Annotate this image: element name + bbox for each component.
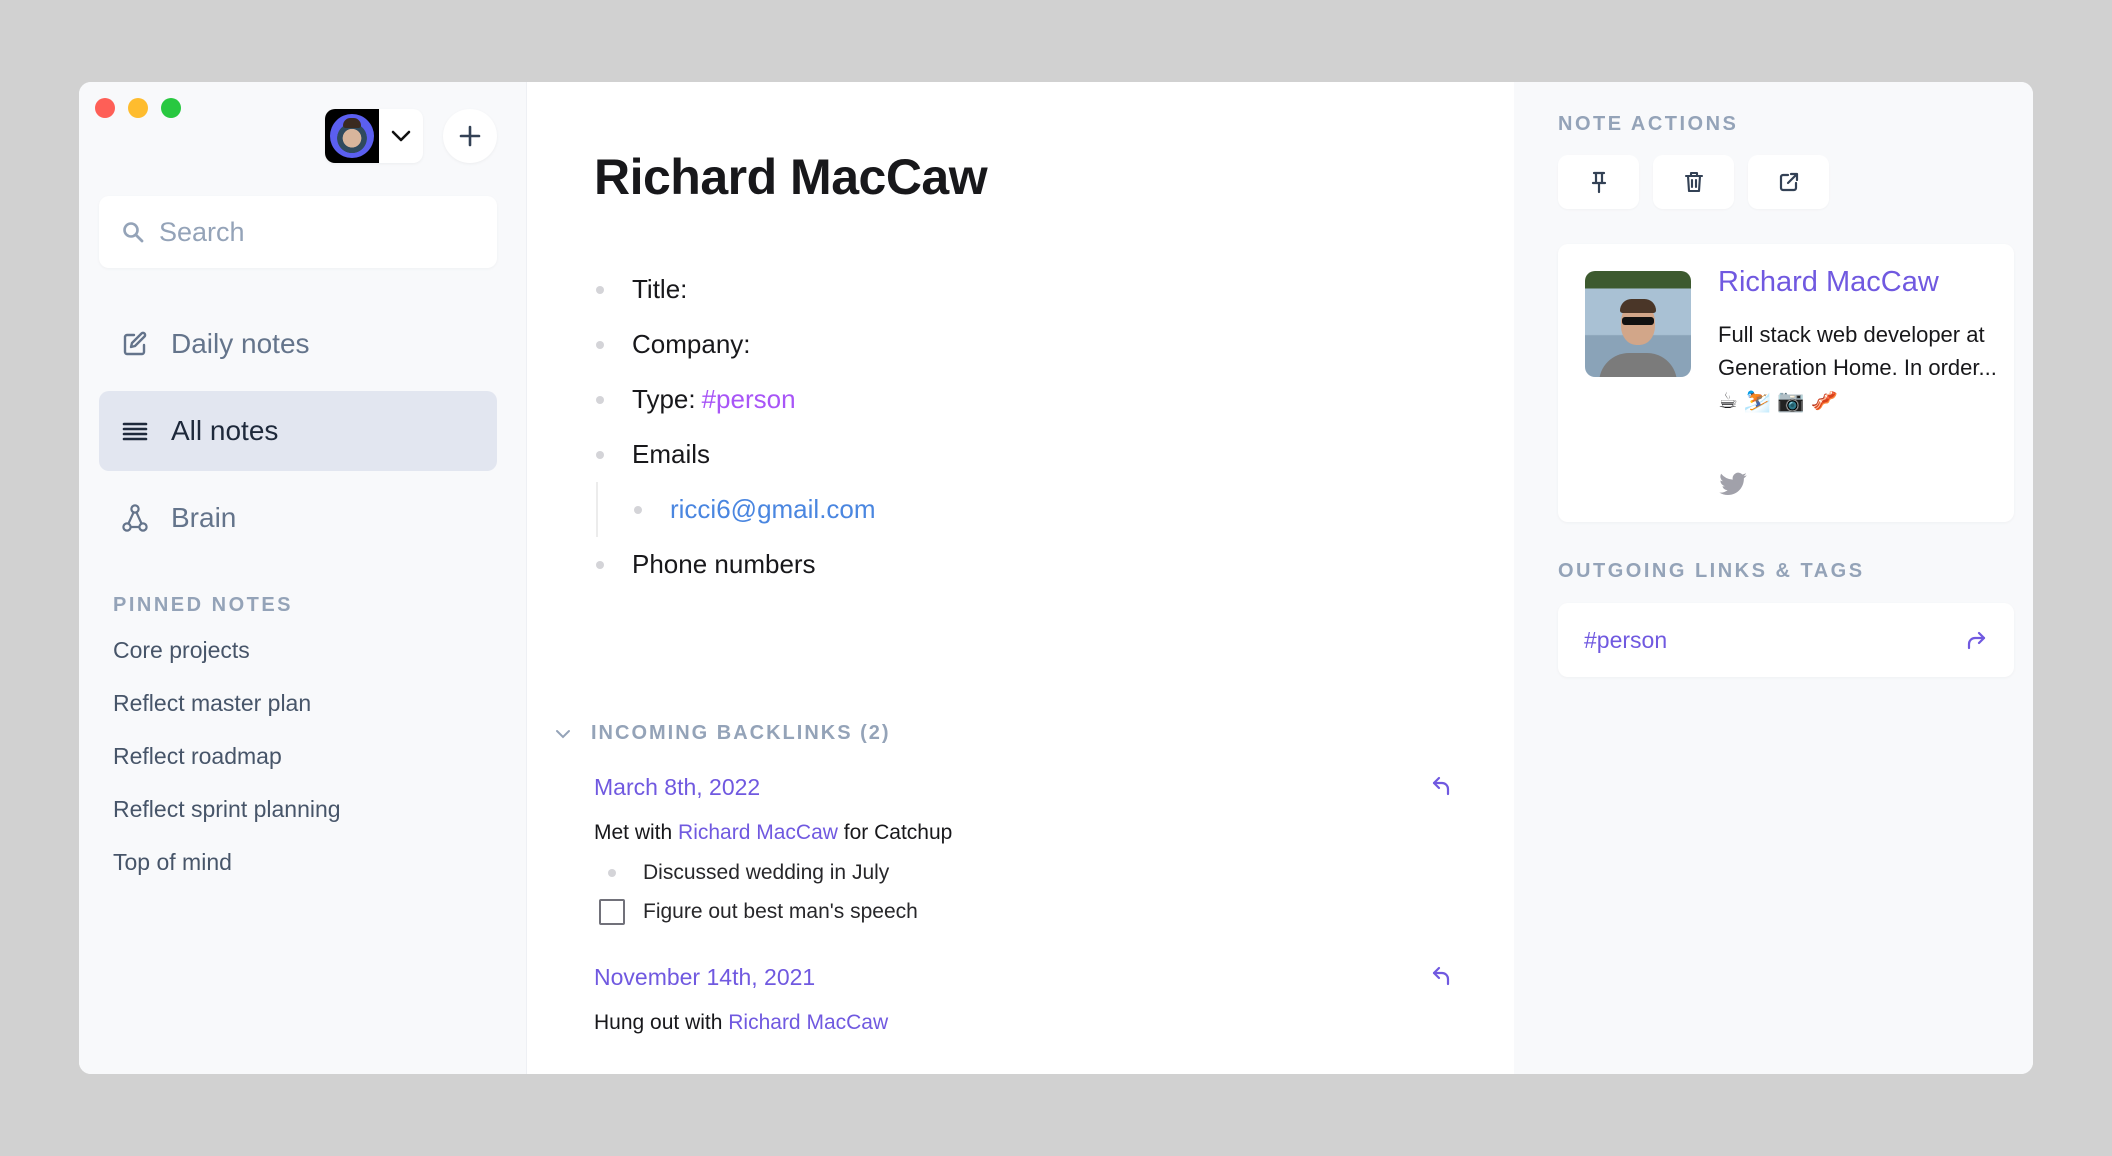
backlink-mention-link[interactable]: Richard MacCaw (678, 821, 838, 844)
profile-photo (1585, 271, 1691, 377)
backlink-item: March 8th, 2022 Met with Richard MacCaw … (594, 774, 1454, 925)
backlinks-toggle[interactable]: INCOMING BACKLINKS (2) (555, 722, 891, 745)
sidebar-nav: Daily notes All notes Brain (99, 304, 497, 565)
sidebar-item-label: Daily notes (171, 328, 310, 359)
task-text: Figure out best man's speech (643, 900, 918, 923)
list-icon (122, 422, 148, 441)
note-properties: Title: Company: Type: #person Emails ric… (594, 262, 876, 592)
bullet-icon (596, 340, 604, 349)
plus-icon (459, 125, 481, 147)
sidebar-item-daily-notes[interactable]: Daily notes (99, 304, 497, 384)
profile-card: Richard MacCaw Full stack web developer … (1558, 244, 2014, 522)
search-box[interactable] (99, 196, 497, 268)
delete-button[interactable] (1653, 155, 1734, 209)
pinned-note-item[interactable]: Top of mind (113, 846, 341, 899)
email-entry[interactable]: ricci6@gmail.com (596, 482, 876, 537)
backlink-text-before: Met with (594, 821, 679, 844)
app-window: Daily notes All notes Brain PINNED NOTES… (79, 82, 2033, 1074)
twitter-icon[interactable] (1718, 472, 1748, 498)
profile-name[interactable]: Richard MacCaw (1718, 266, 1939, 299)
bullet-icon (596, 560, 604, 569)
reply-icon[interactable] (1430, 964, 1454, 988)
minimize-window-button[interactable] (128, 98, 148, 118)
backlink-item: November 14th, 2021 Hung out with Richar… (594, 964, 1454, 1035)
chevron-down-icon (391, 130, 411, 142)
avatar (325, 109, 379, 163)
property-type[interactable]: Type: #person (594, 372, 876, 427)
trash-icon (1684, 171, 1703, 193)
property-emails[interactable]: Emails (594, 427, 876, 482)
sidebar-item-label: All notes (171, 415, 279, 446)
bullet-icon (596, 285, 604, 294)
property-company[interactable]: Company: (594, 317, 876, 372)
search-icon (123, 222, 144, 243)
window-controls (95, 98, 181, 118)
bullet-icon (608, 869, 616, 877)
property-title[interactable]: Title: (594, 262, 876, 317)
backlink-mention-link[interactable]: Richard MacCaw (728, 1011, 888, 1034)
email-link[interactable]: ricci6@gmail.com (670, 494, 876, 525)
edit-icon (123, 331, 147, 356)
new-note-button[interactable] (443, 109, 497, 163)
reply-icon[interactable] (1430, 774, 1454, 798)
backlink-text-after: for Catchup (837, 821, 953, 844)
chevron-down-icon (556, 729, 570, 738)
outgoing-links-heading: OUTGOING LINKS & TAGS (1558, 560, 1865, 582)
maximize-window-button[interactable] (161, 98, 181, 118)
forward-arrow-icon[interactable] (1964, 629, 1988, 651)
pinned-note-item[interactable]: Core projects (113, 634, 341, 687)
backlink-date[interactable]: November 14th, 2021 (594, 964, 1454, 991)
backlink-task: Figure out best man's speech (594, 899, 1454, 925)
pinned-notes-list: Core projects Reflect master plan Reflec… (113, 634, 341, 899)
bullet-icon (596, 450, 604, 459)
open-external-button[interactable] (1748, 155, 1829, 209)
outgoing-link-item[interactable]: #person (1558, 603, 2014, 677)
property-label: Type: (632, 384, 696, 414)
note-actions (1558, 155, 1829, 209)
property-phone-numbers[interactable]: Phone numbers (594, 537, 876, 592)
note-actions-heading: NOTE ACTIONS (1558, 113, 1739, 135)
sidebar-item-all-notes[interactable]: All notes (99, 391, 497, 471)
account-switcher[interactable] (325, 109, 423, 163)
pinned-note-item[interactable]: Reflect roadmap (113, 740, 341, 793)
sidebar-item-label: Brain (171, 502, 237, 533)
external-link-icon (1779, 172, 1798, 192)
backlink-text: Met with Richard MacCaw for Catchup (594, 821, 1454, 845)
note-title[interactable]: Richard MacCaw (594, 148, 988, 206)
right-panel: NOTE ACTIONS Richard MacCaw Full stack w… (1514, 82, 2033, 1074)
profile-bio: Full stack web developer at Generation H… (1718, 322, 1997, 413)
backlink-text: Hung out with Richard MacCaw (594, 1011, 1454, 1035)
backlink-date[interactable]: March 8th, 2022 (594, 774, 1454, 801)
search-input[interactable] (159, 216, 479, 248)
property-label: Title: (632, 274, 688, 304)
user-avatar-icon (330, 114, 374, 158)
backlink-text-before: Hung out with (594, 1011, 729, 1034)
sidebar-item-brain[interactable]: Brain (99, 478, 497, 558)
property-label: Emails (632, 439, 711, 469)
property-label: Company: (632, 329, 751, 359)
note-editor[interactable]: Richard MacCaw Title: Company: Type: #pe… (527, 82, 1514, 1074)
backlink-bullet: Discussed wedding in July (594, 861, 1454, 885)
graph-icon (122, 504, 148, 532)
tag-link[interactable]: #person (702, 384, 796, 415)
bullet-icon (596, 395, 604, 404)
outgoing-tag-link[interactable]: #person (1584, 627, 1667, 654)
property-label: Phone numbers (632, 549, 816, 579)
sidebar: Daily notes All notes Brain PINNED NOTES… (79, 82, 527, 1074)
task-checkbox[interactable] (599, 899, 625, 925)
pin-button[interactable] (1558, 155, 1639, 209)
backlink-bullet-text: Discussed wedding in July (643, 861, 890, 884)
pinned-note-item[interactable]: Reflect sprint planning (113, 793, 341, 846)
close-window-button[interactable] (95, 98, 115, 118)
bullet-icon (634, 505, 642, 514)
pin-icon (1591, 171, 1606, 194)
backlinks-heading: INCOMING BACKLINKS (2) (591, 722, 891, 744)
pinned-notes-heading: PINNED NOTES (113, 594, 294, 616)
pinned-note-item[interactable]: Reflect master plan (113, 687, 341, 740)
